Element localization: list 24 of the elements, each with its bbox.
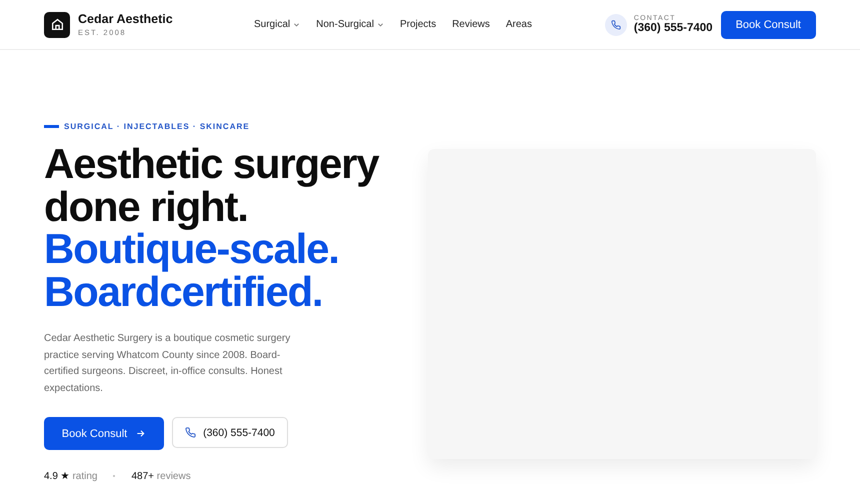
- eyebrow-dash: [44, 125, 59, 128]
- contact-phone[interactable]: (360) 555-7400: [634, 22, 713, 34]
- nav-link[interactable]: Projects: [400, 19, 436, 30]
- book-consult-button[interactable]: Book Consult: [720, 10, 816, 38]
- stat-text: 4.9 ★ rating: [44, 470, 98, 482]
- nav-link[interactable]: Reviews: [452, 19, 490, 30]
- headline-line: done right.: [44, 186, 248, 228]
- headline-accent-line: Boardcertified.: [44, 270, 322, 313]
- chevron-down-icon: [293, 21, 300, 28]
- nav-link[interactable]: Surgical: [254, 19, 300, 30]
- headline-line: Aesthetic surgery: [44, 143, 380, 186]
- phone-button[interactable]: (360) 555-7400: [172, 417, 288, 448]
- phone-icon: [610, 20, 621, 30]
- brand-name: Cedar Aesthetic: [78, 12, 173, 26]
- arrow-right-icon: [135, 428, 146, 439]
- stat-text: 487+ reviews: [131, 470, 191, 482]
- house-logo-icon[interactable]: [44, 12, 70, 38]
- nav-link[interactable]: Non-Surgical: [316, 19, 384, 30]
- chevron-down-icon: [376, 21, 384, 28]
- eyebrow-text: SURGICAL · INJECTABLES · SKINCARE: [64, 122, 250, 131]
- book-consult-button[interactable]: Book Consult: [44, 417, 164, 450]
- nav-link[interactable]: Areas: [506, 19, 532, 30]
- phone-icon: [185, 427, 196, 438]
- hero-description: Cedar Aesthetic Surgery is a boutique cosmetic surgery practice serving Whatcom County since 2008. Board-certified surgeons. Discreet, in-office consults. Honest expectations.: [44, 332, 292, 396]
